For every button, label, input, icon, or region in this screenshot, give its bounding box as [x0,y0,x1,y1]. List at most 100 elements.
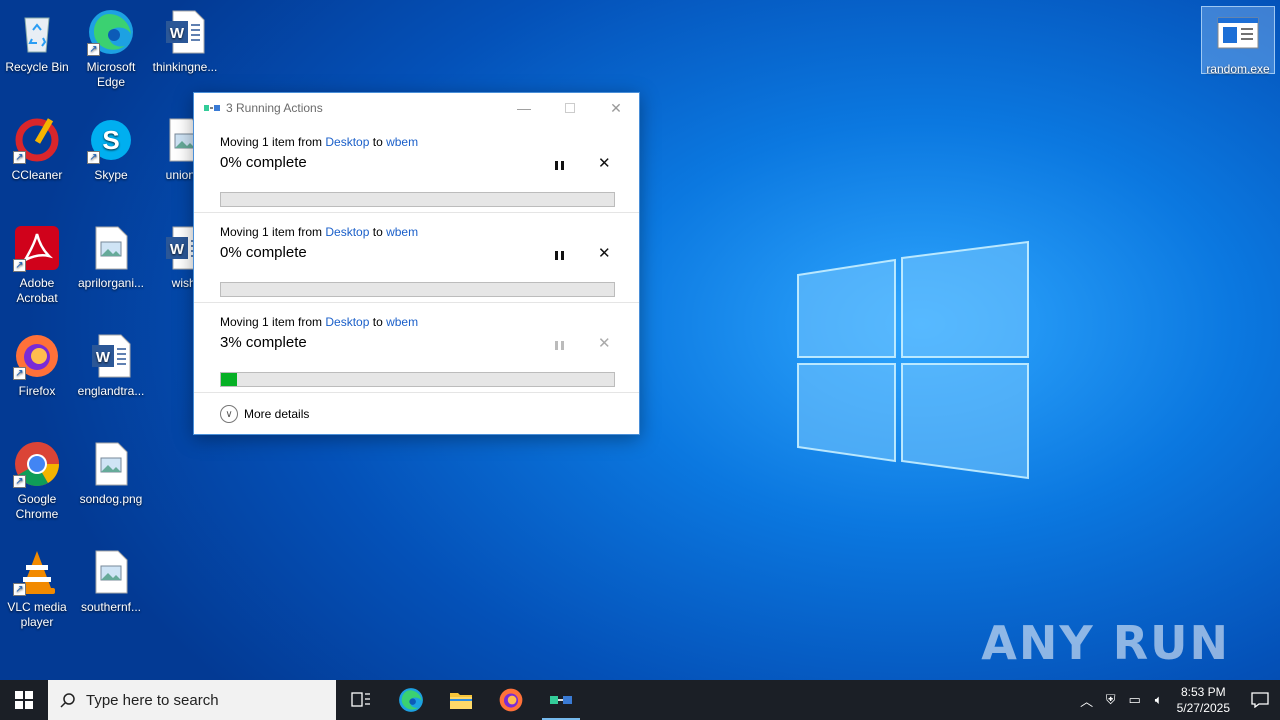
more-details-label: More details [244,407,310,421]
destination-link[interactable]: wbem [386,135,418,149]
desktop-icon-aprilorgani[interactable]: aprilorgani... [74,224,148,291]
network-icon[interactable]: ▭ [1123,692,1147,708]
desktop-icon-google-chrome[interactable]: ↗ Google Chrome [0,440,74,522]
action-prefix: Moving 1 item from [220,225,326,239]
clock[interactable]: 8:53 PM 5/27/2025 [1177,684,1230,716]
maximize-button[interactable] [547,93,593,123]
desktop-icon-adobe-acrobat[interactable]: ↗ Adobe Acrobat [0,224,74,306]
shortcut-arrow-icon: ↗ [13,367,26,380]
word-doc-icon: W [161,8,209,56]
desktop-icon-label: thinkingne... [152,60,218,74]
progress-bar [220,282,615,297]
folder-icon [450,693,472,709]
dialog-titlebar[interactable]: 3 Running Actions — ✕ [194,93,639,123]
desktop-icon-label: Skype [94,168,128,182]
running-actions-dialog: 3 Running Actions — ✕ Moving 1 item from… [193,92,640,435]
chevron-down-icon: ∨ [220,405,238,423]
shortcut-arrow-icon: ↗ [13,259,26,272]
taskbar-edge[interactable] [386,680,436,720]
action-prefix: Moving 1 item from [220,315,326,329]
shortcut-arrow-icon: ↗ [13,151,26,164]
source-link[interactable]: Desktop [325,135,369,149]
defender-icon[interactable]: ⛨ [1099,692,1123,708]
pause-button[interactable] [553,339,565,351]
notification-icon [1251,692,1269,708]
action-prefix: Moving 1 item from [220,135,326,149]
task-view-icon [351,692,370,707]
desktop-icon-englandtra[interactable]: W englandtra... [74,332,148,399]
desktop-icon-sondog[interactable]: sondog.png [74,440,148,507]
desktop-icon-microsoft-edge[interactable]: ↗ Microsoft Edge [74,8,148,90]
source-link[interactable]: Desktop [325,315,369,329]
desktop-icon-random-exe[interactable]: random.exe [1201,6,1275,76]
desktop-icon-vlc[interactable]: ↗ VLC media player [0,548,74,630]
desktop-icon-label: Firefox [18,384,56,398]
desktop-icon-label: englandtra... [77,384,145,398]
desktop-icon-firefox[interactable]: ↗ Firefox [0,332,74,399]
taskbar-firefox[interactable] [486,680,536,720]
desktop-icon-label: southernf... [80,600,142,614]
anyrun-watermark: ANY RUN [981,608,1230,678]
acrobat-icon: ↗ [13,224,61,272]
desktop-icon-label: Recycle Bin [5,60,69,74]
volume-icon[interactable]: 🔈︎ [1147,692,1171,708]
desktop-icon-recycle-bin[interactable]: Recycle Bin [0,8,74,75]
action-item: Moving 1 item from Desktop to wbem 0% co… [194,213,639,303]
desktop-icon-label: aprilorgani... [77,276,145,290]
taskbar-file-operation[interactable] [536,680,586,720]
start-button[interactable] [0,680,48,720]
destination-link[interactable]: wbem [386,315,418,329]
vlc-icon: ↗ [13,548,61,596]
image-file-icon [87,440,135,488]
file-copy-icon [550,696,572,704]
action-middle: to [369,135,387,149]
action-item: Moving 1 item from Desktop to wbem 0% co… [194,123,639,213]
action-description: Moving 1 item from Desktop to wbem [220,135,613,149]
image-file-icon [87,224,135,272]
shortcut-arrow-icon: ↗ [13,583,26,596]
clock-time: 8:53 PM [1180,685,1226,699]
desktop-icon-thinkingne[interactable]: W thinkingne... [148,8,222,75]
minimize-button[interactable]: — [501,93,547,123]
cancel-button[interactable]: ✕ [598,334,611,352]
system-tray: ︿ ⛨ ▭ 🔈︎ 8:53 PM 5/27/2025 [1075,680,1280,720]
source-link[interactable]: Desktop [325,225,369,239]
clock-date: 5/27/2025 [1176,701,1230,715]
firefox-icon [499,688,523,712]
destination-link[interactable]: wbem [386,225,418,239]
shortcut-arrow-icon: ↗ [13,475,26,488]
taskbar-search-box[interactable]: Type here to search [48,680,336,720]
desktop-icon-southernf[interactable]: southernf... [74,548,148,615]
pause-button[interactable] [553,159,565,171]
edge-icon: ↗ [87,8,135,56]
windows-wallpaper-logo [797,240,1029,480]
exe-file-icon [1214,10,1262,58]
desktop-icon-ccleaner[interactable]: ↗ CCleaner [0,116,74,183]
notification-center-button[interactable] [1240,692,1280,708]
ccleaner-icon: ↗ [13,116,61,164]
desktop-icon-label: Adobe Acrobat [16,276,58,305]
close-icon: ✕ [610,99,622,116]
pause-button[interactable] [553,249,565,261]
chevron-up-icon[interactable]: ︿ [1075,691,1099,710]
windows-logo-icon [15,691,33,709]
chrome-icon: ↗ [13,440,61,488]
more-details-toggle[interactable]: ∨ More details [220,405,309,423]
cancel-button[interactable]: ✕ [598,244,611,262]
action-description: Moving 1 item from Desktop to wbem [220,225,613,239]
action-middle: to [369,315,387,329]
desktop-icon-skype[interactable]: S ↗ Skype [74,116,148,183]
search-icon [60,693,75,708]
watermark-text: ANY RUN [981,616,1230,670]
task-view-button[interactable] [336,680,386,720]
close-button[interactable]: ✕ [593,93,639,123]
cancel-button[interactable]: ✕ [598,154,611,172]
taskbar-file-explorer[interactable] [436,680,486,720]
dialog-title: 3 Running Actions [226,101,323,115]
shortcut-arrow-icon: ↗ [87,151,100,164]
word-doc-icon: W [87,332,135,380]
firefox-icon: ↗ [13,332,61,380]
svg-text:W: W [170,241,185,258]
svg-text:W: W [96,349,111,366]
desktop-icon-label: VLC media player [7,600,67,629]
